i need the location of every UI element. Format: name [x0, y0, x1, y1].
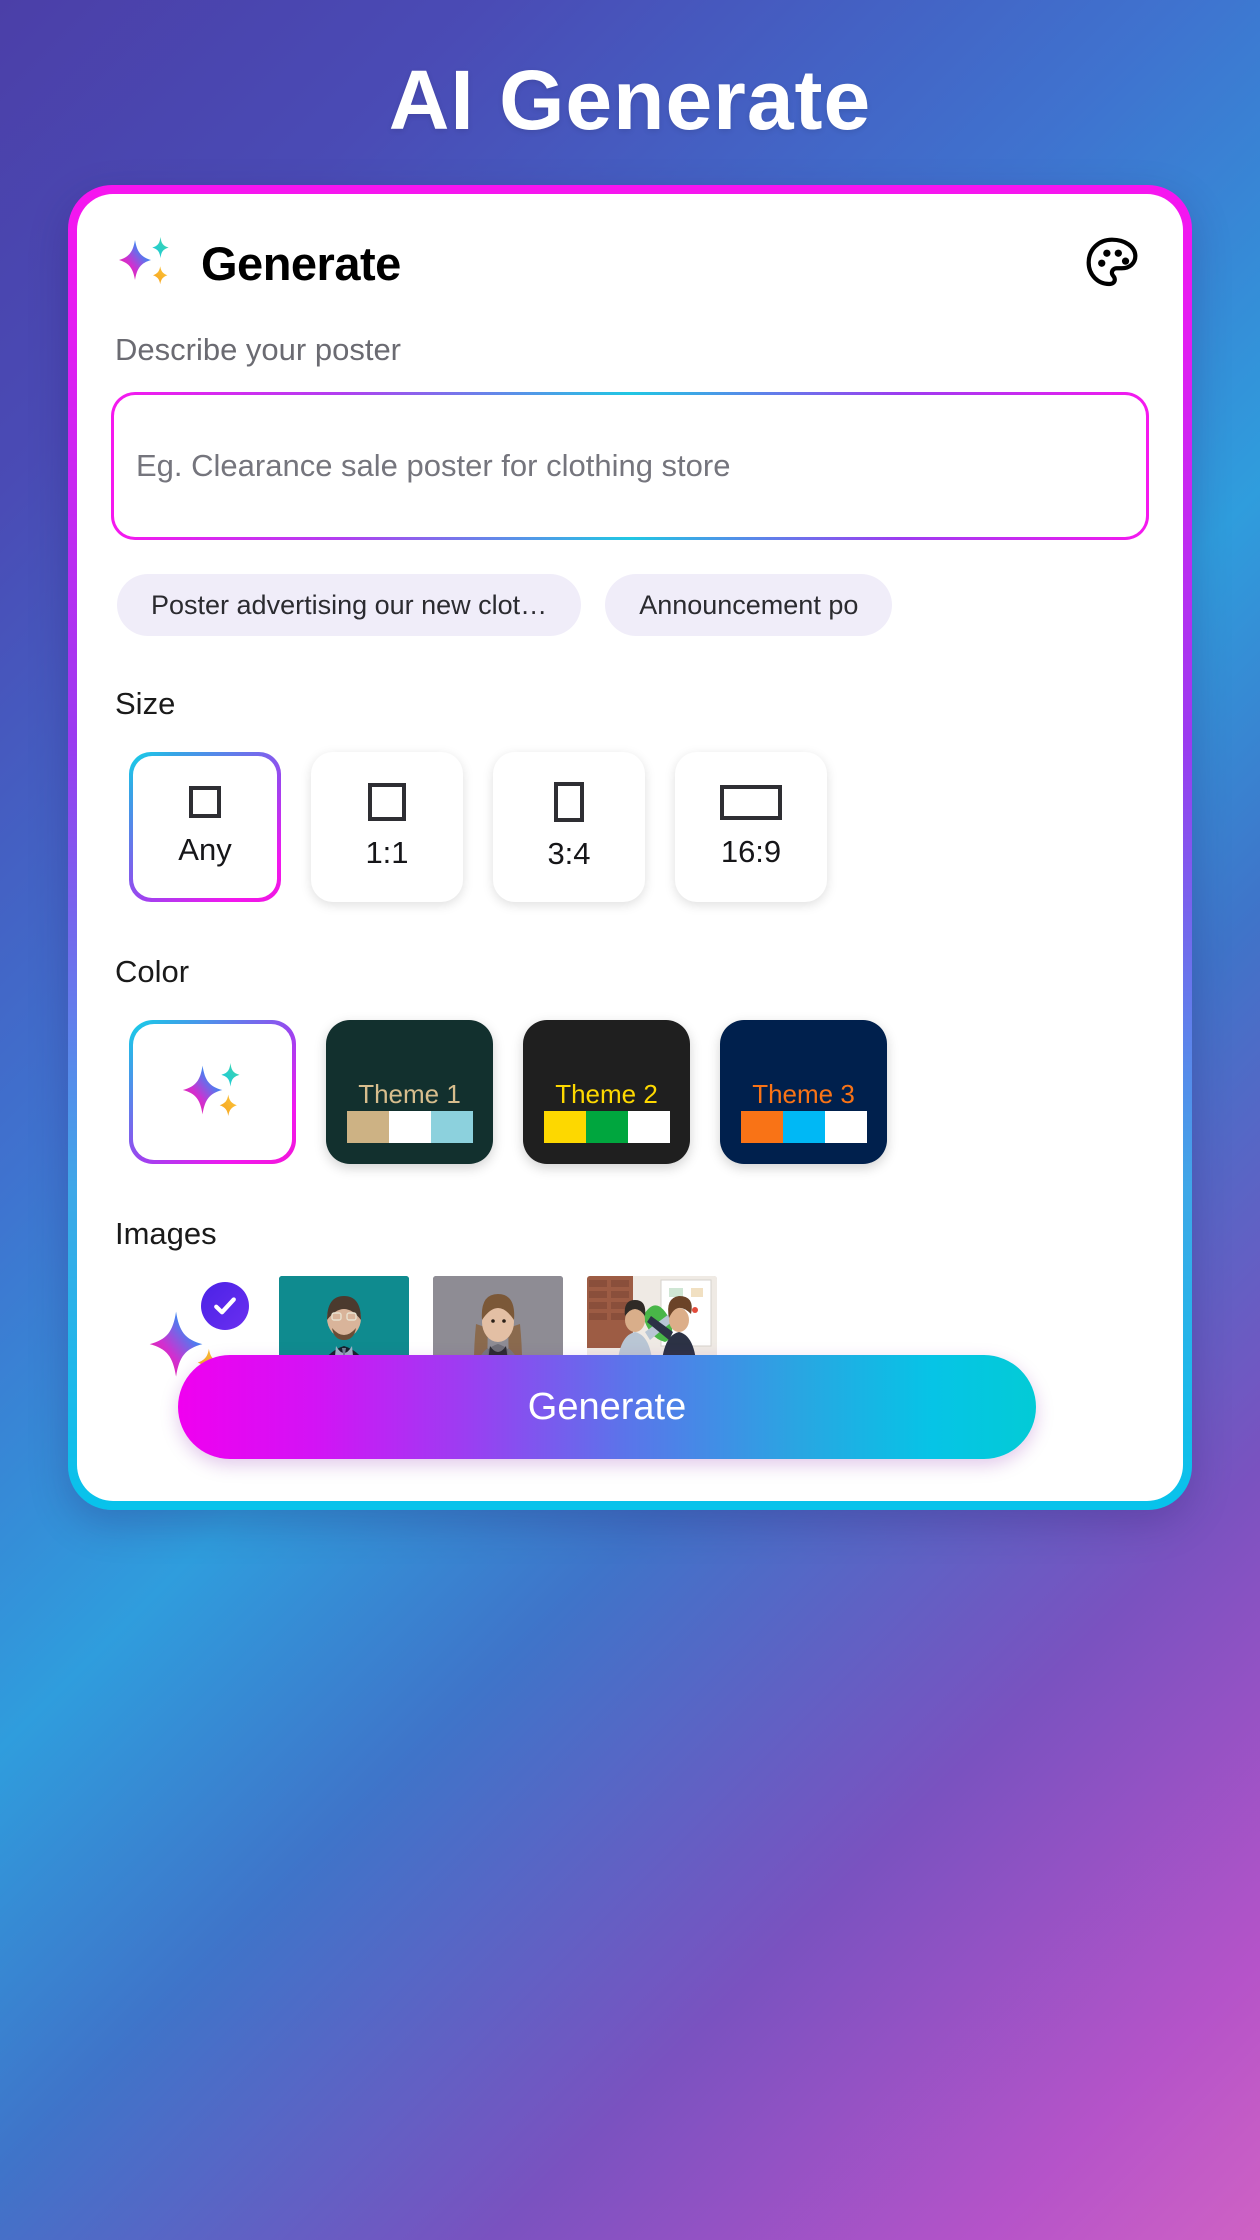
theme-swatches: [544, 1111, 670, 1143]
color-label: Color: [115, 954, 190, 989]
color-section: Color Theme 1 Theme 2 Theme 3: [111, 954, 1149, 1164]
prompt-input-wrapper: Eg. Clearance sale poster for clothing s…: [111, 392, 1149, 540]
size-option-label: Any: [178, 832, 232, 867]
swatch: [783, 1111, 825, 1143]
color-option-theme-3[interactable]: Theme 3: [720, 1020, 887, 1164]
sparkles-icon: [117, 232, 179, 294]
color-option-ai[interactable]: [129, 1020, 296, 1164]
prompt-label: Describe your poster: [115, 332, 402, 367]
suggestion-chip-row: Poster advertising our new clot… Announc…: [111, 574, 1149, 636]
size-option-1-1[interactable]: 1:1: [311, 752, 463, 902]
check-icon: [201, 1282, 249, 1330]
swatch: [586, 1111, 628, 1143]
size-option-label: 1:1: [365, 835, 409, 870]
palette-icon[interactable]: [1081, 232, 1143, 294]
generate-card: Generate Describe your poster Eg. Cleara…: [68, 185, 1192, 1510]
page-title: AI Generate: [388, 53, 872, 147]
card-title: Generate: [201, 236, 401, 290]
size-section: Size Any 1:1 3:4 16:9: [111, 686, 1149, 902]
swatch: [431, 1111, 473, 1143]
generate-card-body: Generate Describe your poster Eg. Cleara…: [77, 194, 1183, 1501]
swatch: [347, 1111, 389, 1143]
color-option-theme-1[interactable]: Theme 1: [326, 1020, 493, 1164]
theme-name: Theme 2: [555, 1078, 658, 1109]
sparkles-icon: [177, 1054, 249, 1131]
size-option-label: 16:9: [720, 833, 782, 869]
size-option-label: 3:4: [547, 836, 591, 871]
ratio-16-9-icon: [720, 784, 782, 820]
swatch: [544, 1111, 586, 1143]
ratio-any-icon: [189, 786, 221, 818]
prompt-input[interactable]: Eg. Clearance sale poster for clothing s…: [114, 395, 1146, 537]
size-option-any[interactable]: Any: [129, 752, 281, 902]
swatch: [389, 1111, 431, 1143]
theme-swatches: [741, 1111, 867, 1143]
color-option-row: Theme 1 Theme 2 Theme 3: [111, 1020, 1149, 1164]
color-option-theme-2[interactable]: Theme 2: [523, 1020, 690, 1164]
card-header: Generate: [111, 194, 1149, 332]
prompt-placeholder: Eg. Clearance sale poster for clothing s…: [136, 448, 731, 483]
generate-button-label: Generate: [527, 1385, 687, 1428]
images-label: Images: [115, 1216, 217, 1251]
ratio-3-4-icon: [554, 782, 584, 822]
ratio-1-1-icon: [368, 783, 406, 821]
theme-name: Theme 1: [358, 1078, 461, 1109]
swatch: [825, 1111, 867, 1143]
suggestion-chip[interactable]: Announcement po: [605, 574, 893, 636]
size-option-row: Any 1:1 3:4 16:9: [111, 752, 1149, 902]
suggestion-chip[interactable]: Poster advertising our new clot…: [117, 574, 582, 636]
size-option-3-4[interactable]: 3:4: [493, 752, 645, 902]
swatch: [741, 1111, 783, 1143]
theme-name: Theme 3: [752, 1078, 855, 1109]
size-label: Size: [115, 686, 176, 721]
generate-button[interactable]: Generate: [178, 1355, 1036, 1459]
swatch: [628, 1111, 670, 1143]
size-option-16-9[interactable]: 16:9: [675, 752, 827, 902]
theme-swatches: [347, 1111, 473, 1143]
